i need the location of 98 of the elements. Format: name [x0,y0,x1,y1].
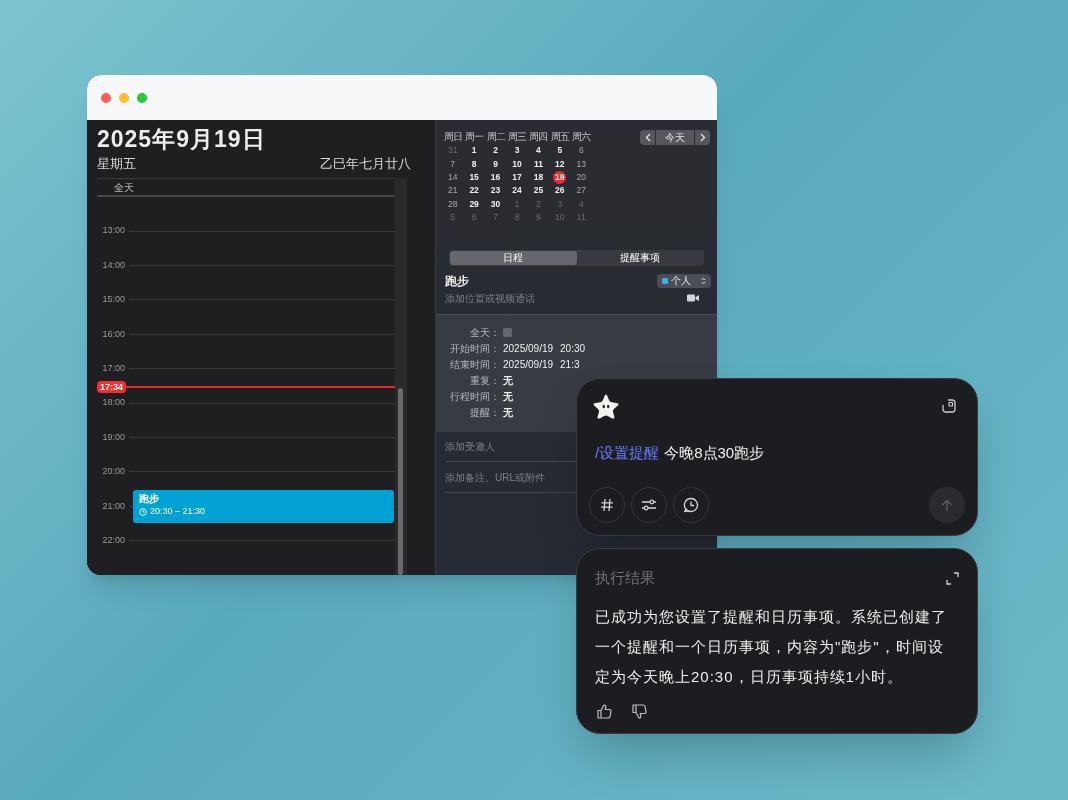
calendar-day[interactable]: 9 [493,157,498,171]
hour-label: 20:00 [101,465,126,479]
event-title[interactable]: 跑步 [445,271,469,290]
invitees-field[interactable]: 添加受邀人 [445,439,495,454]
window-mode-icon[interactable] [942,399,956,413]
weekday-header: 周四 [528,130,549,144]
all-day-label: 全天 [114,180,134,195]
calendar-day[interactable]: 21 [447,184,458,198]
calendar-day[interactable]: 26 [555,184,565,198]
calendar-day[interactable]: 22 [469,184,479,198]
event-time: 20:30 – 21:30 [150,505,206,518]
calendar-day[interactable]: 3 [514,144,520,158]
location-field[interactable]: 添加位置或视频通话 [445,290,535,306]
field-label: 开始时间： [449,341,500,356]
thumbs-up-icon[interactable] [597,704,612,719]
calendar-day[interactable]: 29 [469,197,479,211]
chevron-left-icon [644,133,651,142]
chevron-right-icon [699,133,706,142]
date-title: 2025年9月19日 [97,125,266,154]
calendar-day[interactable]: 12 [555,157,565,171]
expand-icon[interactable] [946,571,959,585]
star-mascot-icon [592,393,620,420]
calendar-day[interactable]: 10 [512,157,522,171]
next-button[interactable] [695,130,710,145]
sliders-icon [641,498,657,512]
thumbs-down-icon[interactable] [632,704,647,719]
hour-label: 17:00 [101,362,126,375]
previous-button[interactable] [640,130,655,145]
calendar-day[interactable]: 19 [553,170,567,184]
field-label: 全天： [469,325,500,340]
date-value[interactable]: 2025/09/19 [503,356,554,372]
hash-icon [600,498,614,512]
result-text: 已成功为您设置了提醒和日历事项。系统已创建了一个提醒和一个日历事项，内容为"跑步"，时间设定为今天晚上20:30，日历事项持续1小时。 [595,606,948,687]
weekday-header: 周日 [442,130,463,144]
event-title: 跑步 [139,492,160,505]
hour-label: 16:00 [101,327,126,341]
calendar-day[interactable]: 1 [471,144,477,158]
field-label: 重复： [469,373,500,388]
calendar-day[interactable]: 28 [447,197,458,211]
calendar-day[interactable]: 11 [533,157,543,171]
weekday-header: 周五 [549,130,571,144]
today-button[interactable]: 今天 [656,130,694,145]
calendar-day[interactable]: 13 [576,157,586,171]
calendar-day[interactable]: 20 [576,171,586,184]
segment-tab[interactable]: 提醒事项 [576,251,703,265]
calendar-day[interactable]: 6 [578,144,584,158]
weekday-header: 周三 [507,130,528,144]
lunar-date: 乙巳年七月廿八 [320,155,411,173]
field-value[interactable]: 无 [503,388,513,404]
calendar-day[interactable]: 24 [512,184,522,198]
date-value[interactable]: 2025/09/19 [503,340,554,356]
close-button[interactable] [101,92,111,103]
weekday-header: 周六 [571,130,592,144]
field-value[interactable]: 无 [503,404,513,420]
weekday-header: 周二 [485,130,507,144]
calendar-day[interactable]: 27 [576,184,586,198]
time-value[interactable]: 20:30 [560,340,586,356]
calendar-day[interactable]: 4 [536,144,541,158]
calendar-day[interactable]: 25 [533,184,544,198]
segment-tab[interactable]: 日程 [450,251,577,265]
weekday-header: 周一 [464,130,485,144]
scrollbar-thumb[interactable] [398,388,403,575]
calendar-day[interactable]: 17 [512,171,522,184]
result-title: 执行结果 [595,568,655,588]
up-down-caret-icon [701,276,706,285]
calendar-day[interactable]: 15 [469,171,479,184]
clock-icon [139,507,147,516]
hour-label: 18:00 [101,396,126,410]
prompt-text[interactable]: /设置提醒 今晚8点30跑步 [589,442,965,466]
time-value[interactable]: 21:3 [560,356,580,372]
hour-label: 19:00 [101,430,126,444]
current-time-badge: 17:34 [97,381,127,393]
field-label: 结束时间： [449,357,500,372]
calendar-day[interactable]: 23 [490,184,501,198]
field-label: 提醒： [469,405,500,420]
calendar-day[interactable]: 16 [490,171,501,184]
calendar-day[interactable]: 30 [490,197,501,211]
all-day-checkbox[interactable] [503,327,512,337]
calendar-day[interactable]: 5 [557,144,563,158]
field-value[interactable]: 无 [503,372,513,388]
video-camera-icon [687,294,699,302]
calendar-day[interactable]: 7 [450,157,456,171]
clock-icon [683,497,699,513]
calendar-day[interactable]: 18 [533,171,544,184]
hour-label: 15:00 [101,293,126,307]
hour-label: 13:00 [101,224,126,238]
calendar-day[interactable]: 14 [447,171,458,184]
weekday-label: 星期五 [97,155,136,173]
calendar-day[interactable]: 2 [493,144,498,158]
arrow-up-icon [941,498,953,512]
calendar-select[interactable]: 个人 [657,273,711,288]
field-label: 行程时间： [449,389,500,404]
calendar-color-icon [662,277,668,284]
notes-field[interactable]: 添加备注、URL或附件 [445,469,545,485]
calendar-day[interactable]: 8 [471,157,477,171]
hour-label: 21:00 [101,499,126,513]
hour-label: 22:00 [101,533,126,547]
hour-label: 14:00 [101,258,126,272]
